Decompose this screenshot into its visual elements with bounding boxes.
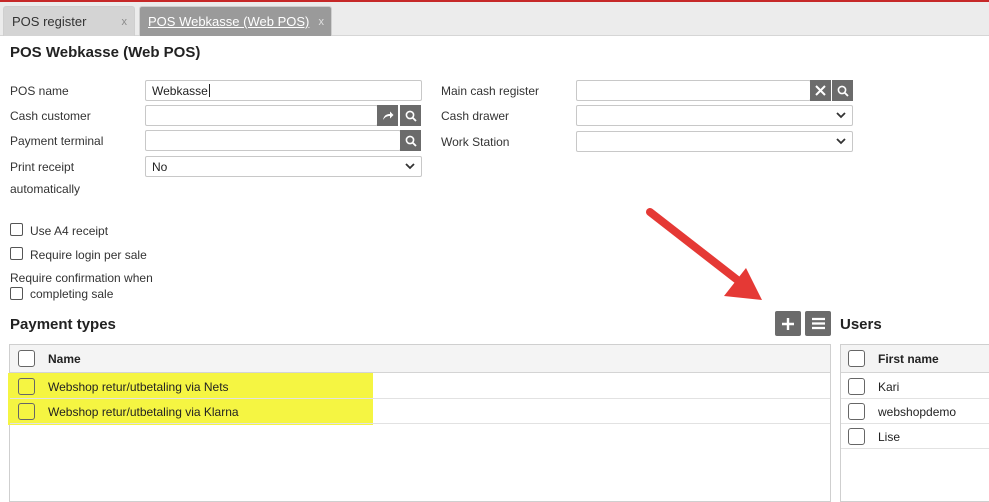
select-all-checkbox[interactable] — [848, 350, 865, 367]
payment-terminal-label: Payment terminal — [10, 134, 104, 148]
main-cash-register-label: Main cash register — [441, 84, 540, 98]
chevron-down-icon — [836, 138, 846, 145]
require-confirmation-checkbox[interactable] — [10, 287, 23, 300]
require-login-checkbox[interactable] — [10, 247, 23, 260]
payment-type-name: Webshop retur/utbetaling via Klarna — [48, 405, 239, 419]
require-confirmation-label-line2: completing sale — [30, 287, 114, 301]
table-row[interactable]: Webshop retur/utbetaling via Nets — [10, 374, 830, 399]
print-receipt-label: Print receipt — [10, 160, 75, 174]
cash-drawer-select[interactable] — [576, 105, 853, 126]
print-receipt-value: No — [152, 159, 168, 174]
row-checkbox[interactable] — [848, 378, 865, 395]
require-login-label: Require login per sale — [30, 248, 147, 262]
annotation-arrow — [646, 208, 762, 300]
use-a4-receipt-label: Use A4 receipt — [30, 224, 109, 238]
require-confirmation-label: Require confirmation when — [10, 271, 153, 285]
table-row[interactable]: Kari — [841, 374, 989, 399]
work-station-select[interactable] — [576, 131, 853, 152]
column-header-name[interactable]: Name — [48, 352, 81, 366]
cash-customer-search-button[interactable] — [400, 105, 421, 126]
row-checkbox[interactable] — [18, 403, 35, 420]
chevron-down-icon — [836, 112, 846, 119]
cash-drawer-label: Cash drawer — [441, 109, 510, 123]
row-checkbox[interactable] — [18, 378, 35, 395]
search-icon — [405, 135, 417, 147]
goto-button[interactable] — [377, 105, 398, 126]
pos-name-value: Webkasse — [152, 83, 208, 98]
users-grid: First name Kari webshopdemo Lise — [840, 344, 989, 502]
payment-terminal-input[interactable] — [145, 130, 401, 151]
use-a4-receipt-checkbox[interactable] — [10, 223, 23, 236]
payment-terminal-search-button[interactable] — [400, 130, 421, 151]
text-cursor — [208, 84, 210, 97]
cash-customer-label: Cash customer — [10, 109, 91, 123]
share-arrow-icon — [382, 111, 393, 120]
print-receipt-select[interactable]: No — [145, 156, 422, 177]
tab-bar: POS register x POS Webkasse (Web POS) x — [0, 2, 989, 36]
grid-header: Name — [10, 345, 830, 373]
work-station-label: Work Station — [441, 135, 510, 149]
tab-pos-register[interactable]: POS register x — [3, 6, 135, 36]
close-icon[interactable]: x — [122, 16, 128, 28]
tab-label: POS register — [12, 14, 87, 29]
user-first-name: Kari — [878, 380, 900, 394]
payment-types-grid: Name Webshop retur/utbetaling via Nets W… — [8, 344, 831, 502]
select-all-checkbox[interactable] — [18, 350, 35, 367]
main-cash-register-search-button[interactable] — [832, 80, 853, 101]
row-checkbox[interactable] — [848, 428, 865, 445]
pos-name-input[interactable]: Webkasse — [145, 80, 422, 101]
page-title: POS Webkasse (Web POS) — [10, 44, 201, 61]
table-row[interactable]: webshopdemo — [841, 399, 989, 424]
close-icon — [815, 85, 826, 96]
payment-type-name: Webshop retur/utbetaling via Nets — [48, 380, 229, 394]
table-row[interactable]: Webshop retur/utbetaling via Klarna — [10, 399, 830, 424]
search-icon — [837, 85, 849, 97]
user-first-name: webshopdemo — [878, 405, 957, 419]
tab-pos-webkasse[interactable]: POS Webkasse (Web POS) x — [139, 6, 332, 36]
print-receipt-label-line2: automatically — [10, 182, 81, 196]
user-first-name: Lise — [878, 430, 901, 444]
add-payment-type-button[interactable] — [775, 311, 801, 336]
plus-icon — [782, 317, 794, 330]
search-icon — [405, 110, 417, 122]
column-header-first-name[interactable]: First name — [878, 352, 939, 366]
table-row[interactable]: Lise — [841, 424, 989, 449]
main-cash-register-input[interactable] — [576, 80, 811, 101]
chevron-down-icon — [405, 163, 415, 170]
pos-name-label: POS name — [10, 84, 69, 98]
clear-button[interactable] — [810, 80, 831, 101]
list-icon — [811, 317, 825, 330]
grid-header: First name — [841, 345, 989, 373]
cash-customer-input[interactable] — [145, 105, 378, 126]
users-title: Users — [840, 316, 882, 333]
close-icon[interactable]: x — [319, 16, 325, 28]
list-menu-button[interactable] — [805, 311, 831, 336]
payment-types-title: Payment types — [10, 316, 116, 333]
row-checkbox[interactable] — [848, 403, 865, 420]
tab-label: POS Webkasse (Web POS) — [148, 14, 310, 29]
